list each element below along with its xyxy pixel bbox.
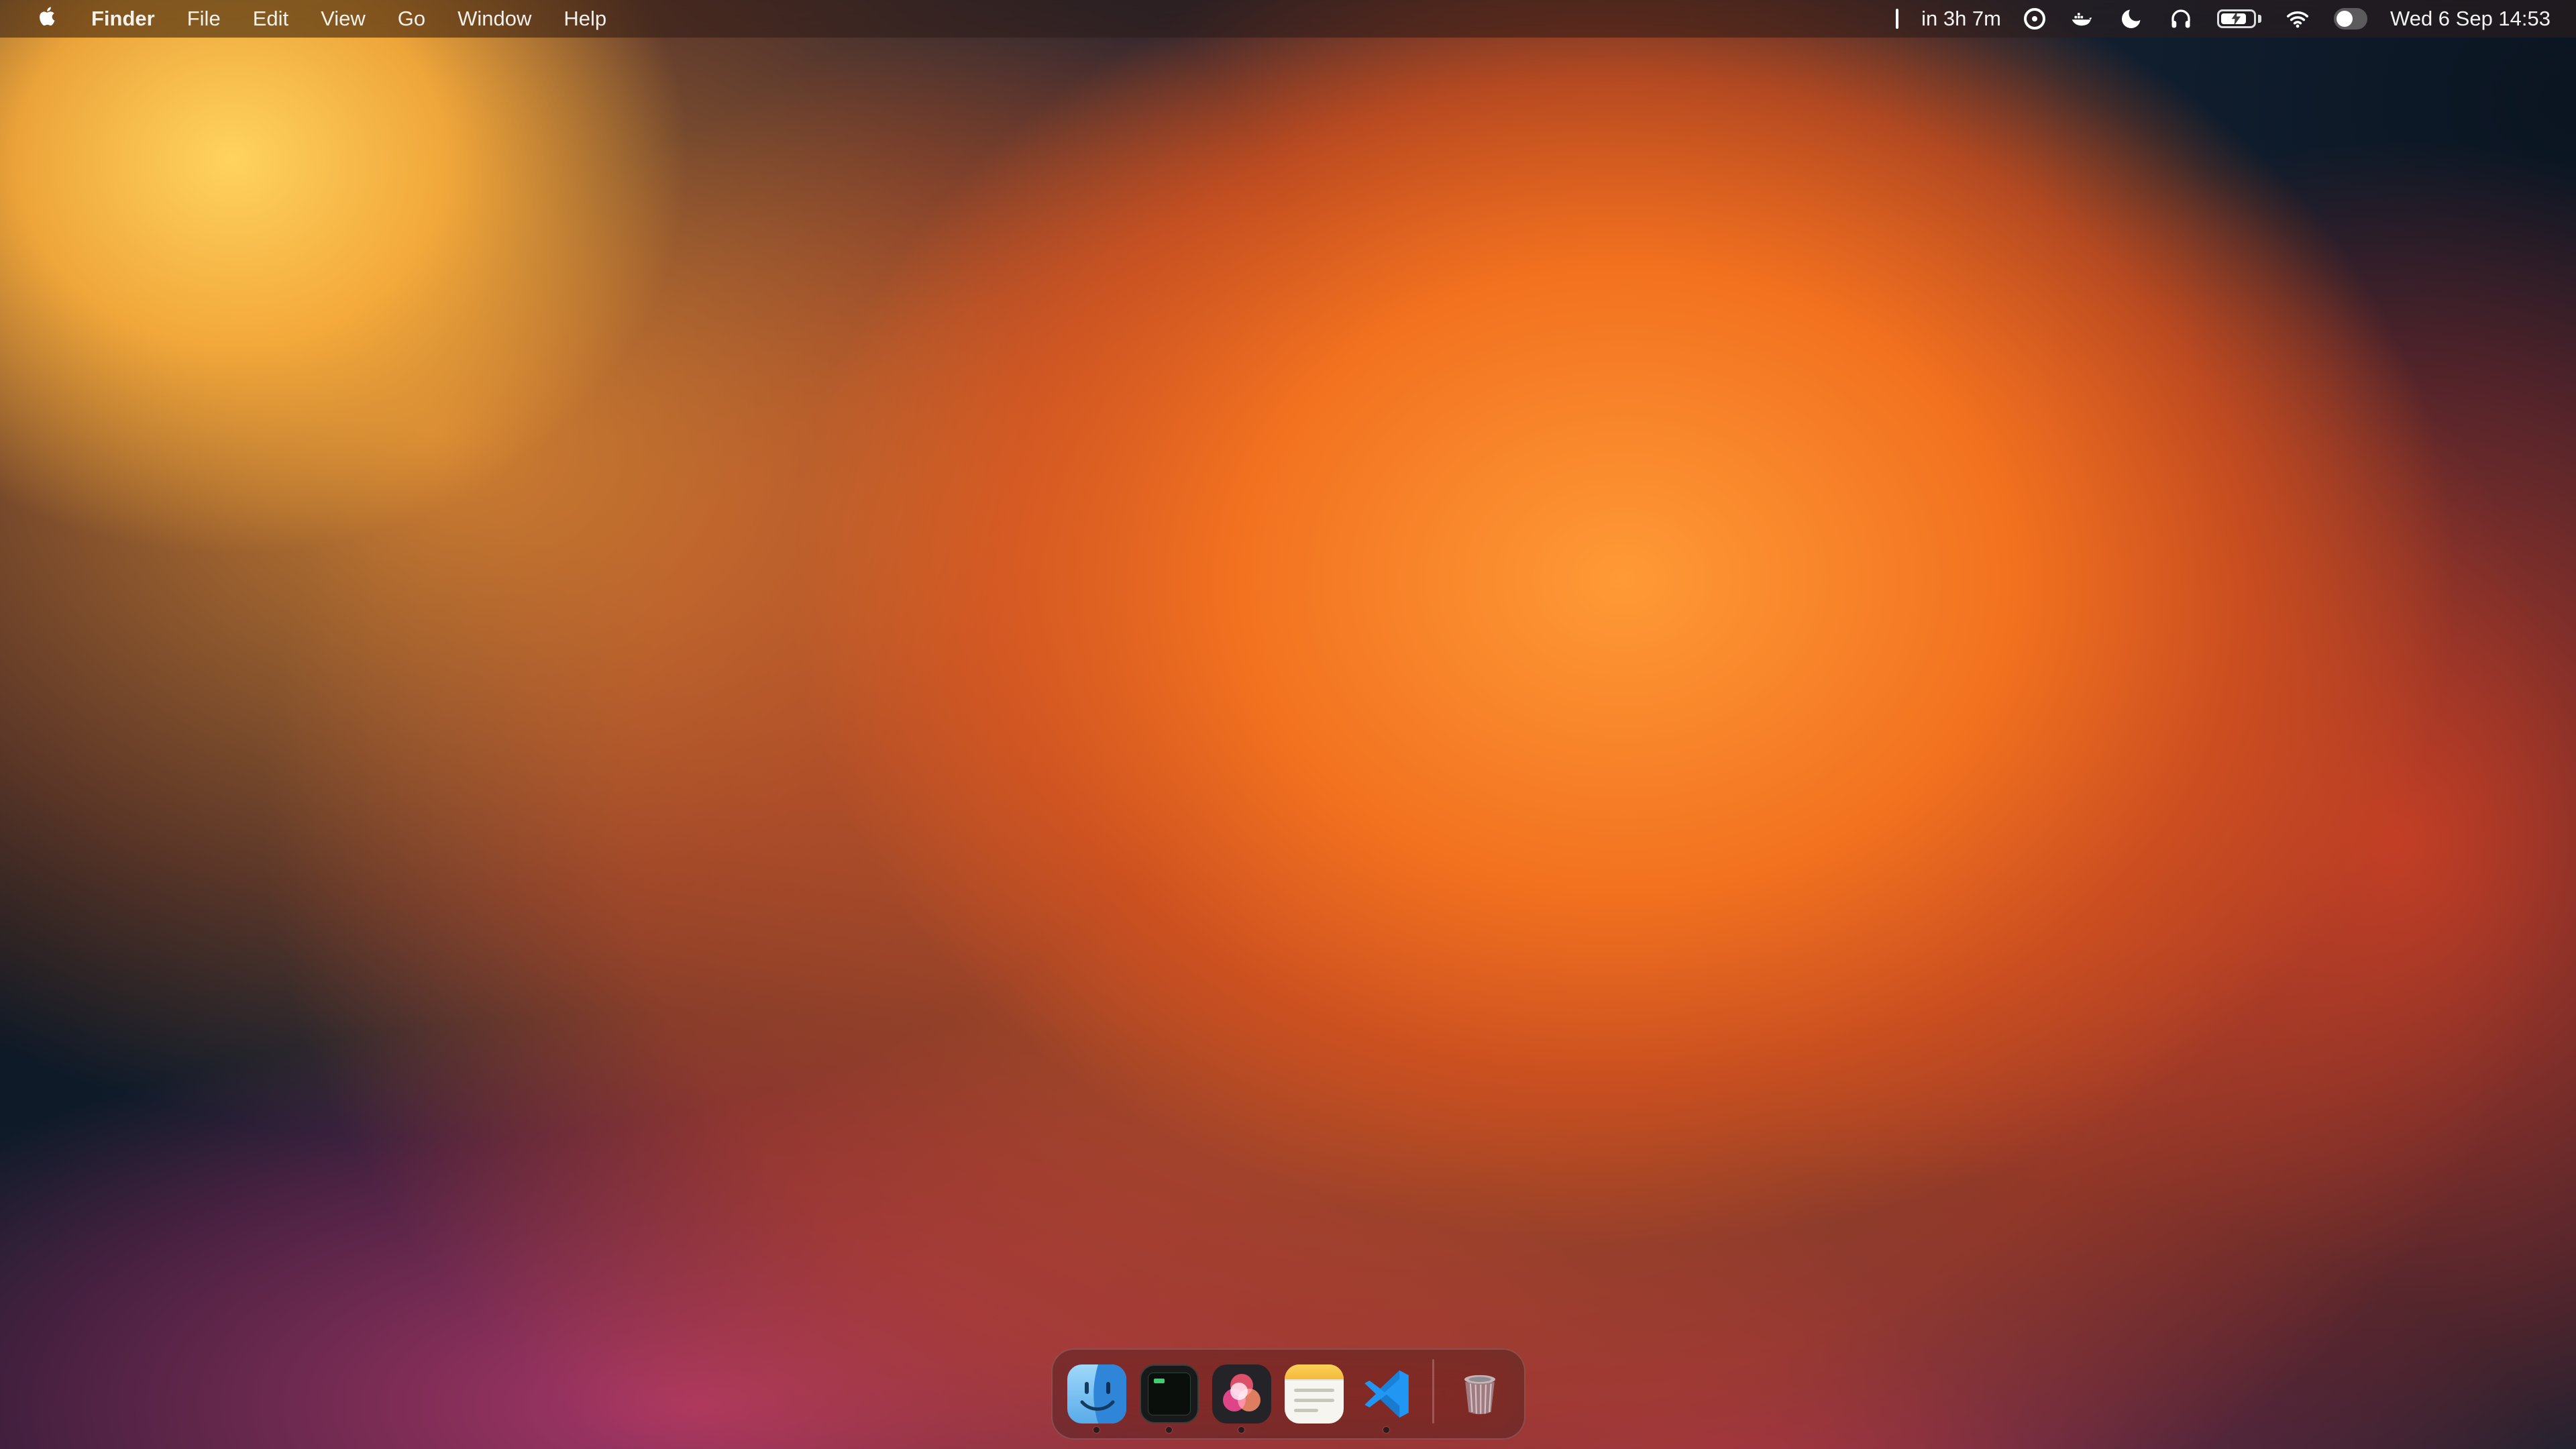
- apple-menu[interactable]: [20, 0, 75, 38]
- status-bar-icon[interactable]: [1896, 0, 1898, 38]
- menu-item-file[interactable]: File: [171, 0, 237, 38]
- trash-icon: [1450, 1364, 1509, 1424]
- wifi-menu-extra[interactable]: [2284, 0, 2311, 38]
- focus-menu-extra[interactable]: [2118, 0, 2145, 38]
- terminal-screen: [1148, 1373, 1191, 1415]
- battery-nub: [2258, 15, 2261, 23]
- do-not-disturb-moon-icon: [2118, 5, 2145, 32]
- dock-item-terminal[interactable]: [1137, 1364, 1201, 1433]
- dock-item-trash[interactable]: [1448, 1364, 1512, 1433]
- running-indicator: [1093, 1427, 1099, 1433]
- notes-lines: [1285, 1381, 1344, 1424]
- notes-icon: [1285, 1364, 1344, 1424]
- control-center-menu-extra[interactable]: [2334, 0, 2367, 38]
- vertical-bar-icon: [1896, 9, 1898, 29]
- menu-bar-left: Finder File Edit View Go Window Help: [20, 0, 623, 38]
- terminal-prompt: [1154, 1379, 1165, 1383]
- wifi-icon: [2284, 5, 2311, 32]
- control-center-icon: [2334, 8, 2367, 30]
- menu-item-help[interactable]: Help: [547, 0, 623, 38]
- headphones-icon: [2167, 5, 2194, 32]
- battery-menu-extra[interactable]: [2217, 0, 2261, 38]
- running-indicator: [1238, 1427, 1244, 1433]
- notes-band: [1285, 1364, 1344, 1381]
- dock-item-notes[interactable]: [1282, 1364, 1346, 1433]
- menu-item-view[interactable]: View: [305, 0, 382, 38]
- apple-logo-icon: [36, 3, 59, 35]
- vscode-icon: [1357, 1364, 1416, 1424]
- running-indicator: [1166, 1427, 1172, 1433]
- menu-item-go[interactable]: Go: [382, 0, 441, 38]
- finder-icon: [1067, 1364, 1126, 1424]
- menu-app-name[interactable]: Finder: [75, 0, 171, 38]
- charging-bolt-icon: [2231, 7, 2242, 31]
- desktop: Finder File Edit View Go Window Help in …: [0, 0, 2576, 1449]
- menu-item-window[interactable]: Window: [441, 0, 547, 38]
- menu-item-edit[interactable]: Edit: [237, 0, 305, 38]
- menu-bar-status: in 3h 7m: [1896, 0, 2551, 38]
- audio-menu-extra[interactable]: [2167, 0, 2194, 38]
- menu-bar: Finder File Edit View Go Window Help in …: [0, 0, 2576, 38]
- clock[interactable]: Wed 6 Sep 14:53: [2390, 0, 2551, 38]
- desktop-wallpaper: [0, 0, 2576, 1449]
- dock-item-vscode[interactable]: [1354, 1364, 1419, 1433]
- photos-icon: [1212, 1364, 1271, 1424]
- terminal-icon: [1140, 1364, 1199, 1424]
- timer-status-text[interactable]: in 3h 7m: [1921, 0, 2001, 38]
- dock-item-finder[interactable]: [1065, 1364, 1129, 1433]
- battery-icon: [2217, 9, 2256, 28]
- docker-menu-extra[interactable]: [2068, 0, 2095, 38]
- dock-divider: [1432, 1359, 1434, 1424]
- docker-whale-icon: [2068, 5, 2095, 32]
- dock-item-photos[interactable]: [1210, 1364, 1274, 1433]
- dock-area: [0, 1348, 2576, 1440]
- running-indicator: [1383, 1427, 1389, 1433]
- dock: [1051, 1348, 1525, 1440]
- timer-ring-icon: [2024, 8, 2045, 30]
- timer-ring-menu-extra[interactable]: [2024, 0, 2045, 38]
